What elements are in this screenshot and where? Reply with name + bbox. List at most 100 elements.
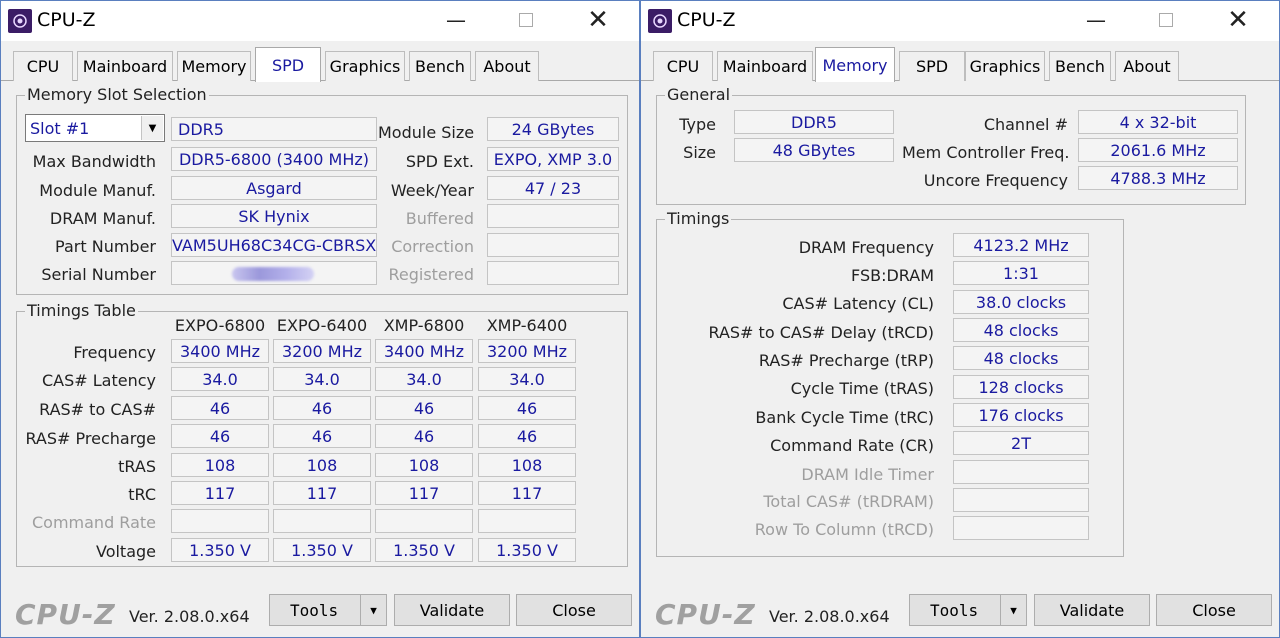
type-label: Type xyxy=(679,115,716,134)
timing-label: DRAM Frequency xyxy=(798,238,934,257)
max-bandwidth-value: DDR5-6800 (3400 MHz) xyxy=(171,147,377,171)
minimize-icon[interactable]: — xyxy=(1073,5,1119,35)
window-title: CPU-Z xyxy=(677,9,736,31)
tab-bench[interactable]: Bench xyxy=(1049,51,1111,81)
timing-cell: 117 xyxy=(375,481,473,505)
tab-graphics[interactable]: Graphics xyxy=(325,51,405,81)
timing-col-header: EXPO-6800 xyxy=(174,316,266,335)
timing-label: RAS# Precharge (tRP) xyxy=(758,351,934,370)
timing-cell: 1.350 V xyxy=(478,538,576,562)
timing-cell: 46 xyxy=(478,396,576,420)
title-bar[interactable]: CPU-Z — ✕ xyxy=(641,1,1279,41)
tab-bar: CPU Mainboard Memory SPD Graphics Bench … xyxy=(641,41,1279,82)
tab-memory[interactable]: Memory xyxy=(815,47,895,82)
uncore-frequency-value: 4788.3 MHz xyxy=(1078,166,1238,190)
max-bandwidth-label: Max Bandwidth xyxy=(32,152,156,171)
timing-col-header: XMP-6800 xyxy=(383,316,465,335)
close-button[interactable]: Close xyxy=(1156,594,1272,626)
timing-cell: 34.0 xyxy=(375,367,473,391)
timing-cell xyxy=(273,509,371,533)
dram-manuf-value: SK Hynix xyxy=(171,204,377,228)
timing-col-header: XMP-6400 xyxy=(486,316,568,335)
chevron-down-icon[interactable]: ▼ xyxy=(1000,595,1026,625)
tab-about[interactable]: About xyxy=(1115,51,1179,81)
timing-cell: 34.0 xyxy=(478,367,576,391)
timing-value xyxy=(953,488,1089,512)
close-icon[interactable]: ✕ xyxy=(575,5,621,35)
cpu-z-app-icon xyxy=(8,9,32,33)
spd-panel: Memory Slot Selection Slot #1 ▼ DDR5 Mod… xyxy=(6,82,634,592)
tools-label: Tools xyxy=(930,600,979,620)
tab-graphics[interactable]: Graphics xyxy=(965,51,1045,81)
buffered-value xyxy=(487,204,619,228)
timing-cell: 46 xyxy=(375,424,473,448)
part-number-label: Part Number xyxy=(55,237,156,256)
tab-cpu[interactable]: CPU xyxy=(13,51,73,81)
tab-mainboard[interactable]: Mainboard xyxy=(717,51,813,81)
tab-about[interactable]: About xyxy=(475,51,539,81)
timing-row-label: Frequency xyxy=(73,343,156,362)
maximize-icon[interactable] xyxy=(1143,5,1189,35)
tab-spd[interactable]: SPD xyxy=(255,47,321,82)
timing-cell xyxy=(375,509,473,533)
timing-value: 128 clocks xyxy=(953,375,1089,399)
timing-label: Total CAS# (tRDRAM) xyxy=(763,492,934,511)
chevron-down-icon[interactable]: ▼ xyxy=(360,595,386,625)
timing-cell xyxy=(171,509,269,533)
uncore-frequency-label: Uncore Frequency xyxy=(923,171,1068,190)
timing-cell: 117 xyxy=(171,481,269,505)
validate-button[interactable]: Validate xyxy=(1034,594,1150,626)
module-size-label: Module Size xyxy=(378,123,475,142)
close-icon[interactable]: ✕ xyxy=(1215,5,1261,35)
size-label: Size xyxy=(683,143,716,162)
memory-panel: General Type DDR5 Channel # 4 x 32-bit S… xyxy=(646,82,1274,592)
timing-cell: 108 xyxy=(273,453,371,477)
timing-cell xyxy=(478,509,576,533)
type-value: DDR5 xyxy=(734,110,894,134)
minimize-icon[interactable]: — xyxy=(433,5,479,35)
group-title: Timings xyxy=(665,209,732,228)
title-bar[interactable]: CPU-Z — ✕ xyxy=(1,1,639,41)
timing-value: 38.0 clocks xyxy=(953,290,1089,314)
timing-value: 2T xyxy=(953,431,1089,455)
timing-label: RAS# to CAS# Delay (tRCD) xyxy=(708,323,934,342)
timing-label: Command Rate (CR) xyxy=(770,436,934,455)
tab-bar: CPU Mainboard Memory SPD Graphics Bench … xyxy=(1,41,639,82)
tab-mainboard[interactable]: Mainboard xyxy=(77,51,173,81)
channel-value: 4 x 32-bit xyxy=(1078,110,1238,134)
slot-select[interactable]: Slot #1 ▼ xyxy=(25,114,165,142)
timing-cell: 46 xyxy=(171,424,269,448)
tab-cpu[interactable]: CPU xyxy=(653,51,713,81)
slot-select-value: Slot #1 xyxy=(30,118,90,138)
tab-bench[interactable]: Bench xyxy=(409,51,471,81)
timing-cell: 3400 MHz xyxy=(171,339,269,363)
timing-value: 4123.2 MHz xyxy=(953,233,1089,257)
tools-button[interactable]: Tools ▼ xyxy=(269,594,387,626)
serial-number-value xyxy=(171,261,377,285)
maximize-icon[interactable] xyxy=(503,5,549,35)
cpu-z-app-icon xyxy=(648,9,672,33)
timing-cell: 117 xyxy=(478,481,576,505)
timing-label: FSB:DRAM xyxy=(851,266,934,285)
cpu-z-brand-logo: CPU-Z xyxy=(655,598,756,631)
timing-value: 48 clocks xyxy=(953,346,1089,370)
channel-label: Channel # xyxy=(983,115,1068,134)
timing-cell: 46 xyxy=(478,424,576,448)
chevron-down-icon[interactable]: ▼ xyxy=(141,116,163,140)
close-button[interactable]: Close xyxy=(516,594,632,626)
timing-row-label: Voltage xyxy=(95,542,156,561)
validate-button[interactable]: Validate xyxy=(394,594,510,626)
window-title: CPU-Z xyxy=(37,9,96,31)
correction-label: Correction xyxy=(391,237,474,256)
tools-button[interactable]: Tools ▼ xyxy=(909,594,1027,626)
tab-memory[interactable]: Memory xyxy=(177,51,251,81)
module-manuf-value: Asgard xyxy=(171,176,377,200)
timing-label: Bank Cycle Time (tRC) xyxy=(755,408,934,427)
correction-value xyxy=(487,233,619,257)
timing-label: DRAM Idle Timer xyxy=(801,465,934,484)
timing-value xyxy=(953,516,1089,540)
spd-ext-label: SPD Ext. xyxy=(405,152,474,171)
timing-cell: 108 xyxy=(478,453,576,477)
tab-spd[interactable]: SPD xyxy=(899,51,965,81)
timing-value: 176 clocks xyxy=(953,403,1089,427)
